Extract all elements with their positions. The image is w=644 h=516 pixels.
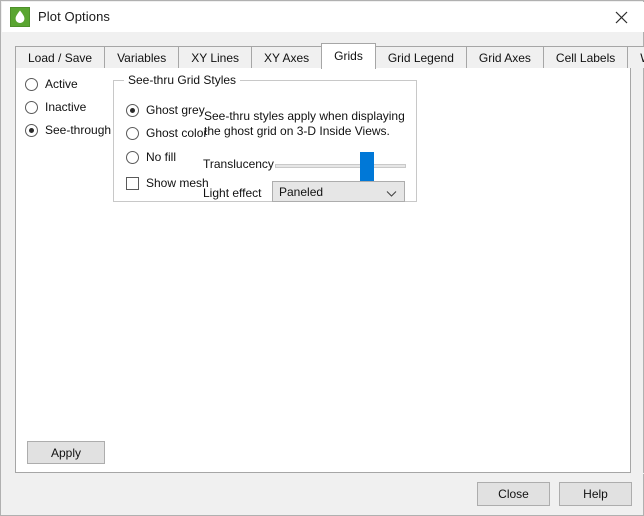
- close-icon[interactable]: [598, 2, 644, 32]
- footer-divider: [2, 473, 644, 474]
- radio-see-through-indicator: [25, 123, 38, 137]
- translucency-slider-thumb[interactable]: [360, 152, 374, 181]
- chevron-down-icon: [386, 187, 397, 201]
- radio-active-indicator: [25, 77, 38, 91]
- radio-ghost-grey-indicator: [126, 103, 139, 117]
- light-effect-value: Paneled: [279, 184, 324, 199]
- title-bar: Plot Options: [2, 2, 644, 32]
- tab-strip: Load / Save Variables XY Lines XY Axes G…: [15, 43, 644, 69]
- tab-xy-axes[interactable]: XY Axes: [251, 46, 323, 68]
- see-thru-description: See-thru styles apply when displaying th…: [204, 109, 405, 138]
- window-title: Plot Options: [38, 9, 111, 24]
- tab-xy-lines[interactable]: XY Lines: [178, 46, 253, 68]
- radio-inactive[interactable]: Inactive: [25, 100, 86, 114]
- tab-grid-axes[interactable]: Grid Axes: [465, 46, 544, 68]
- tab-load-save[interactable]: Load / Save: [15, 46, 106, 68]
- tab-variables[interactable]: Variables: [104, 46, 180, 68]
- translucency-label: Translucency: [203, 157, 274, 171]
- tab-grids[interactable]: Grids: [321, 43, 376, 69]
- radio-inactive-label: Inactive: [45, 100, 87, 114]
- tab-cell-labels[interactable]: Cell Labels: [542, 46, 629, 68]
- radio-no-fill[interactable]: No fill: [126, 150, 176, 164]
- group-title: See-thru Grid Styles: [124, 73, 241, 87]
- radio-inactive-indicator: [25, 100, 38, 114]
- light-effect-label: Light effect: [203, 186, 262, 200]
- see-thru-grid-styles-group: See-thru Grid Styles Ghost grey Ghost co…: [113, 73, 417, 202]
- tab-grid-legend[interactable]: Grid Legend: [374, 46, 467, 68]
- radio-see-through[interactable]: See-through: [25, 123, 111, 137]
- checkbox-show-mesh[interactable]: Show mesh: [126, 176, 209, 190]
- help-button[interactable]: Help: [559, 482, 632, 506]
- checkbox-show-mesh-label: Show mesh: [146, 176, 209, 190]
- plot-options-window: Plot Options Load / Save Variables XY Li…: [0, 0, 644, 516]
- radio-ghost-color-indicator: [126, 126, 139, 140]
- radio-ghost-color-label: Ghost color: [146, 126, 208, 140]
- radio-ghost-grey[interactable]: Ghost grey: [126, 103, 205, 117]
- app-droplet-icon: [10, 7, 30, 27]
- apply-button[interactable]: Apply: [27, 441, 105, 464]
- grids-tab-panel: Active Inactive See-through See-thru Gri…: [15, 67, 631, 473]
- radio-no-fill-label: No fill: [146, 150, 177, 164]
- light-effect-dropdown[interactable]: Paneled: [272, 181, 405, 202]
- translucency-slider[interactable]: [275, 152, 406, 181]
- close-button[interactable]: Close: [477, 482, 550, 506]
- radio-ghost-color[interactable]: Ghost color: [126, 126, 207, 140]
- radio-ghost-grey-label: Ghost grey: [146, 103, 205, 117]
- radio-no-fill-indicator: [126, 150, 139, 164]
- tab-wells[interactable]: Wells: [627, 46, 644, 68]
- radio-see-through-label: See-through: [45, 123, 112, 137]
- radio-active[interactable]: Active: [25, 77, 78, 91]
- checkbox-show-mesh-indicator: [126, 176, 139, 190]
- radio-active-label: Active: [45, 77, 78, 91]
